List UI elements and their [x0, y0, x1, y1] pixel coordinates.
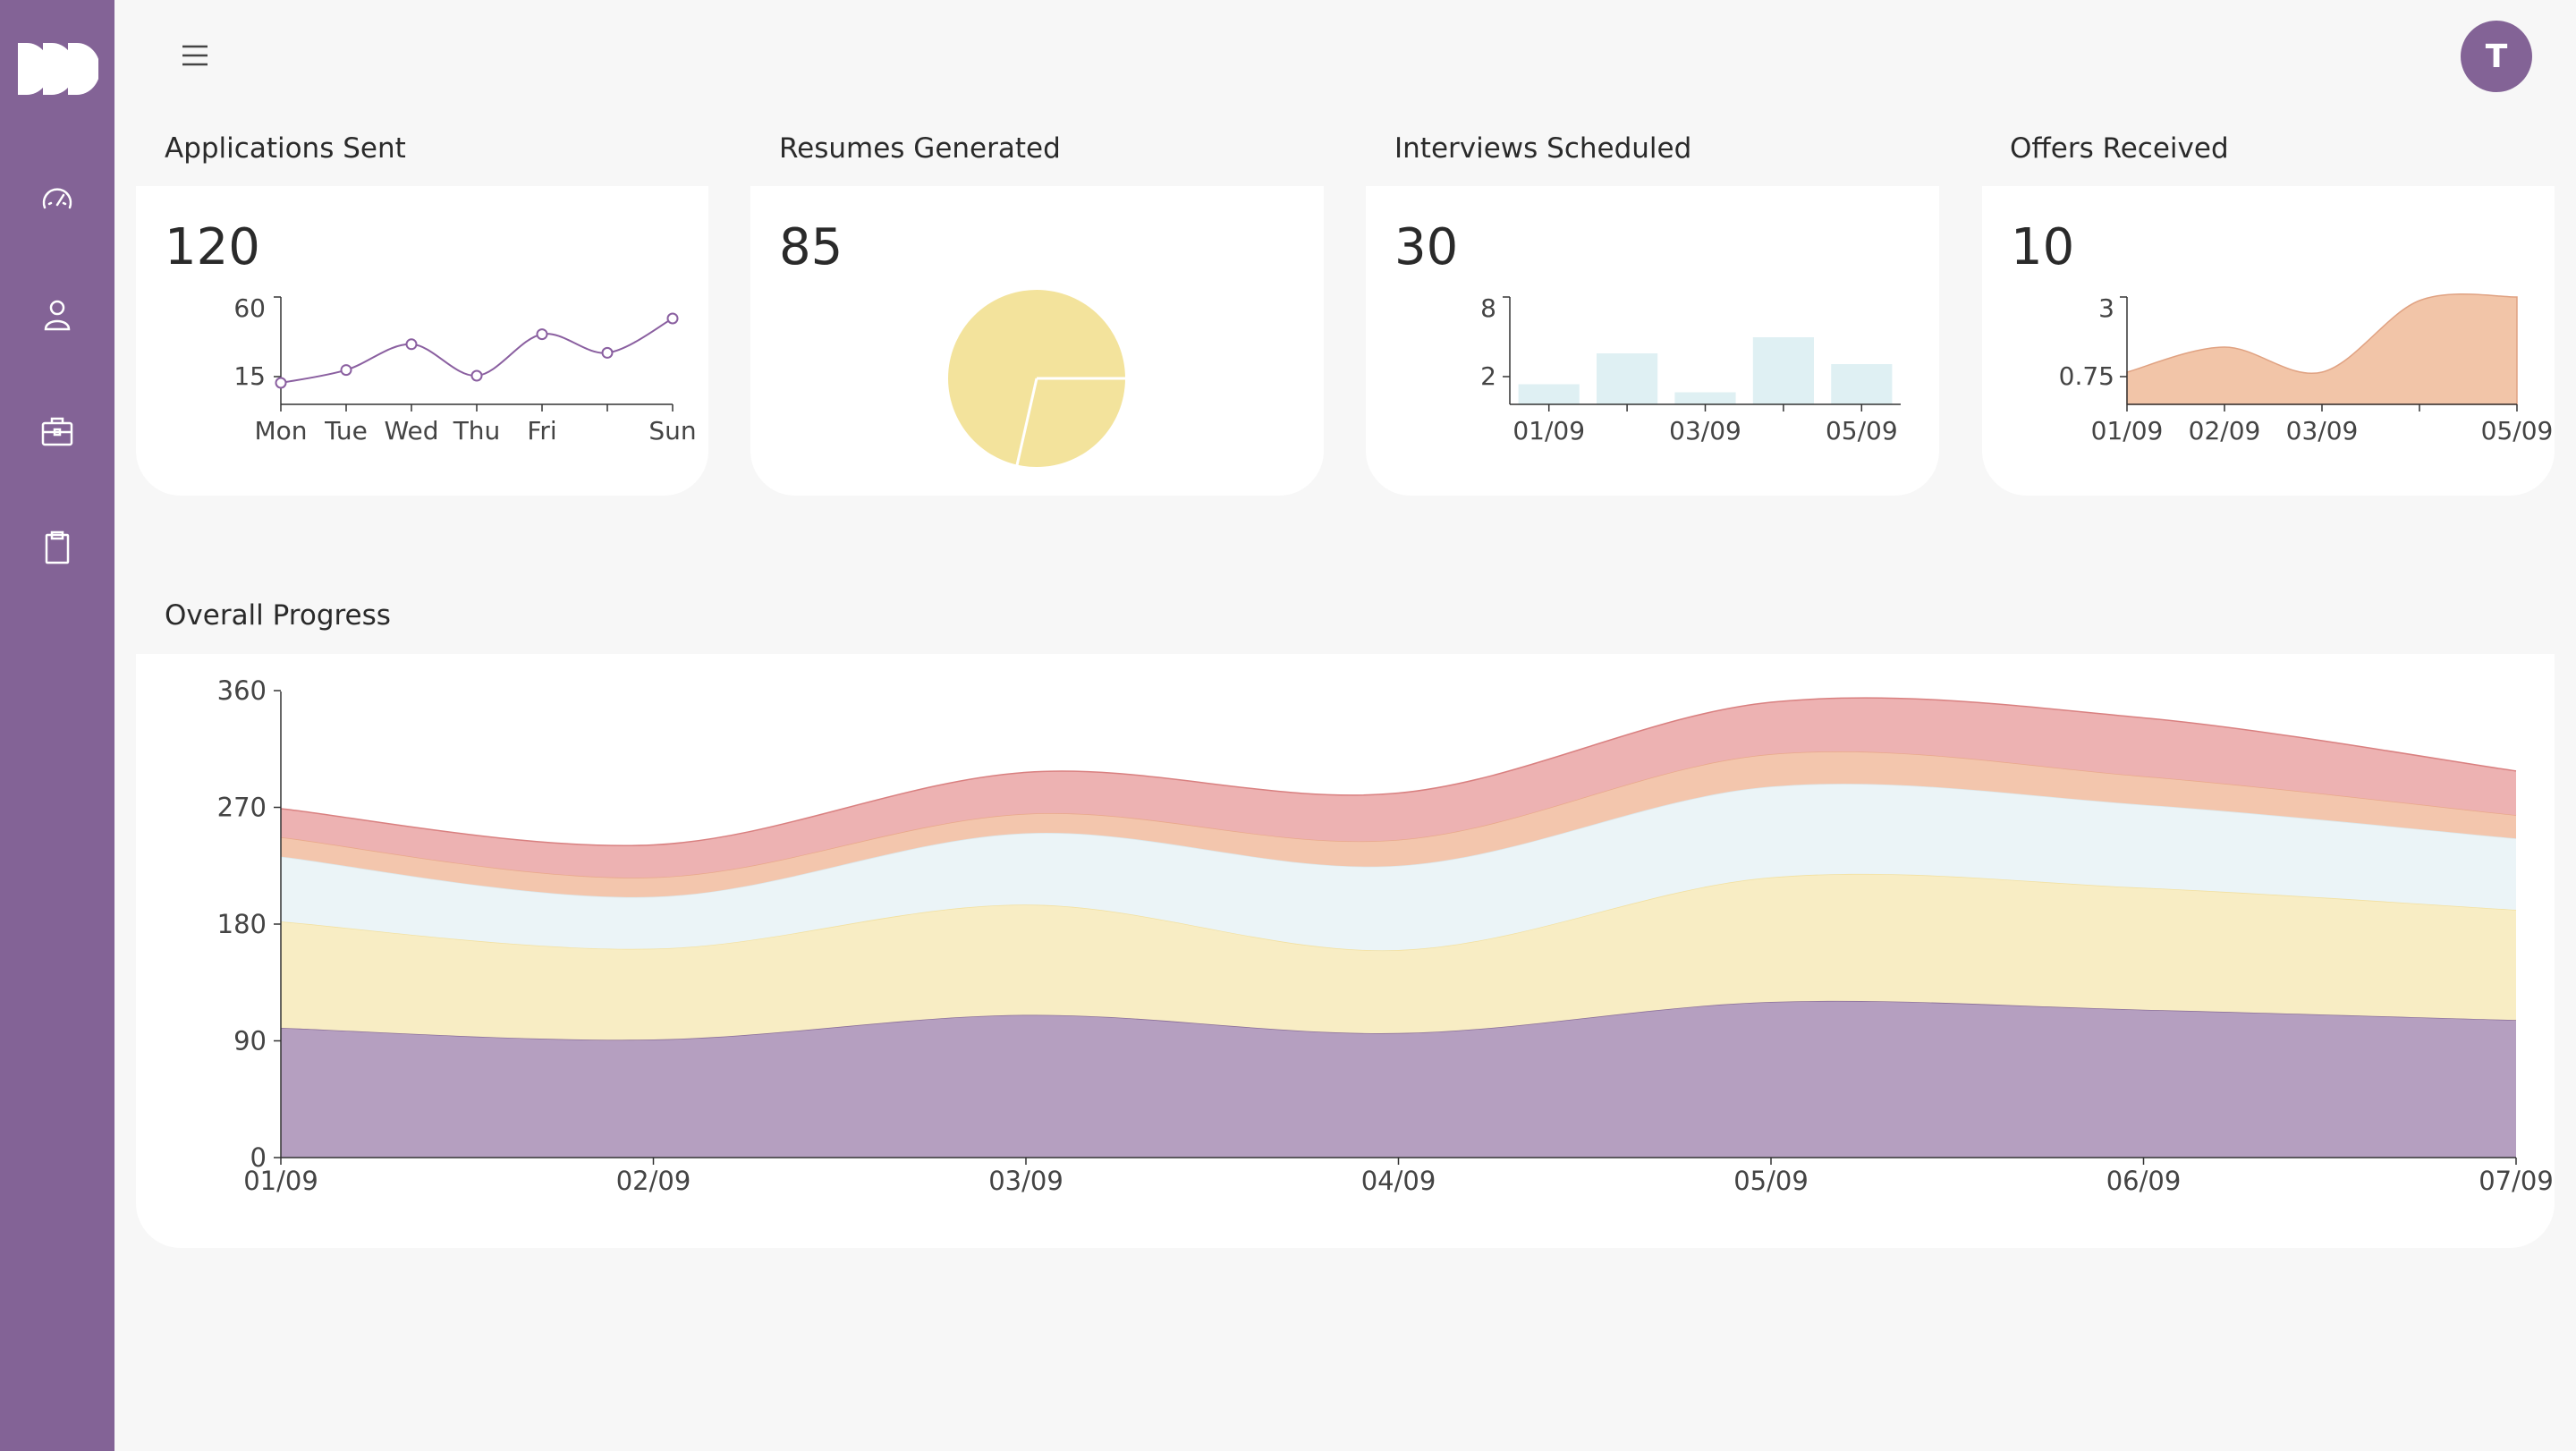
x-tick-label: 01/09 [243, 1166, 318, 1196]
overall-progress-title: Overall Progress [165, 599, 391, 632]
y-tick-label: 8 [1480, 293, 1496, 323]
applications-card: 120 60 15 Mon Tue Wed Thu Fri Sun [136, 186, 708, 496]
x-tick-label: 07/09 [2479, 1166, 2554, 1196]
dashboard-gauge-icon [42, 188, 72, 209]
card-title-resumes: Resumes Generated [779, 132, 1061, 165]
y-tick-label: 180 [217, 909, 267, 939]
x-tick-label: 01/09 [1513, 416, 1585, 445]
briefcase-icon [41, 417, 73, 446]
y-tick-label: 360 [217, 675, 267, 706]
x-tick-label: 02/09 [616, 1166, 691, 1196]
y-tick-label: 2 [1480, 361, 1496, 391]
hamburger-menu-button[interactable] [175, 38, 215, 73]
x-tick-label: Sun [648, 416, 696, 445]
card-title-interviews: Interviews Scheduled [1394, 132, 1692, 165]
bar [1597, 353, 1658, 404]
card-title-applications: Applications Sent [165, 132, 406, 165]
x-tick-label: 04/09 [1361, 1166, 1436, 1196]
user-avatar[interactable]: T [2461, 21, 2532, 92]
nav-item-tasks[interactable] [34, 524, 80, 571]
y-tick-label: 60 [233, 293, 266, 323]
x-tick-label: 03/09 [2286, 416, 2359, 445]
x-tick-label: 05/09 [1826, 416, 1898, 445]
x-tick-label: Tue [324, 416, 368, 445]
x-tick-label: 03/09 [1669, 416, 1741, 445]
clipboard-icon [45, 530, 70, 564]
interviews-card: 30 8 2 01/09 03/09 05/09 [1366, 186, 1939, 496]
overall-progress-card: 0 90 180 270 360 01/09 02/09 03/09 04/09 05/09 06… [136, 654, 2555, 1248]
x-tick-label: Fri [527, 416, 556, 445]
data-point [536, 328, 548, 341]
nav-item-profile[interactable] [34, 292, 80, 338]
x-tick-label: 05/09 [2481, 416, 2554, 445]
x-tick-label: 06/09 [2106, 1166, 2182, 1196]
offers-area-chart: 3 0.75 01/09 02/09 03/09 05/09 [2059, 293, 2554, 445]
data-point [275, 377, 287, 389]
y-tick-label: 3 [2098, 293, 2114, 323]
y-tick-label: 0.75 [2059, 361, 2114, 391]
nav-item-jobs[interactable] [34, 408, 80, 454]
x-tick-label: 05/09 [1733, 1166, 1809, 1196]
x-tick-label: Mon [254, 416, 307, 445]
interviews-bar-chart: 8 2 01/09 03/09 05/09 [1480, 293, 1901, 445]
x-tick-label: 01/09 [2091, 416, 2164, 445]
x-tick-label: Wed [384, 416, 438, 445]
data-point [601, 346, 614, 359]
data-point [666, 312, 679, 325]
offers-area [2126, 293, 2518, 405]
data-point [340, 364, 352, 377]
nav-item-dashboard[interactable] [34, 175, 80, 222]
hamburger-icon [182, 45, 208, 66]
y-tick-label: 270 [217, 793, 267, 823]
sidebar [0, 0, 114, 1451]
bar [1674, 392, 1736, 404]
bar [1831, 364, 1893, 404]
bar [1518, 384, 1580, 404]
data-point [470, 369, 483, 382]
resumes-card: 85 [750, 186, 1324, 496]
user-icon [44, 300, 71, 331]
bar [1752, 337, 1814, 404]
y-tick-label: 15 [233, 361, 266, 391]
x-tick-label: Thu [453, 416, 501, 445]
offers-card: 10 3 0.75 01/09 02/09 03/09 05/09 [1982, 186, 2555, 496]
x-tick-label: 02/09 [2189, 416, 2261, 445]
resumes-pie-chart [948, 290, 1125, 467]
app-logo[interactable] [18, 39, 98, 98]
card-title-offers: Offers Received [2010, 132, 2229, 165]
applications-line-chart: 60 15 Mon Tue Wed Thu Fri Sun [233, 293, 696, 445]
data-point [405, 338, 418, 351]
x-tick-label: 03/09 [988, 1166, 1063, 1196]
overall-progress-stacked-area-chart: 090180270360 01/09 02/09 03/09 04/09 05/09 06… [217, 675, 2554, 1196]
y-tick-label: 90 [233, 1026, 267, 1056]
